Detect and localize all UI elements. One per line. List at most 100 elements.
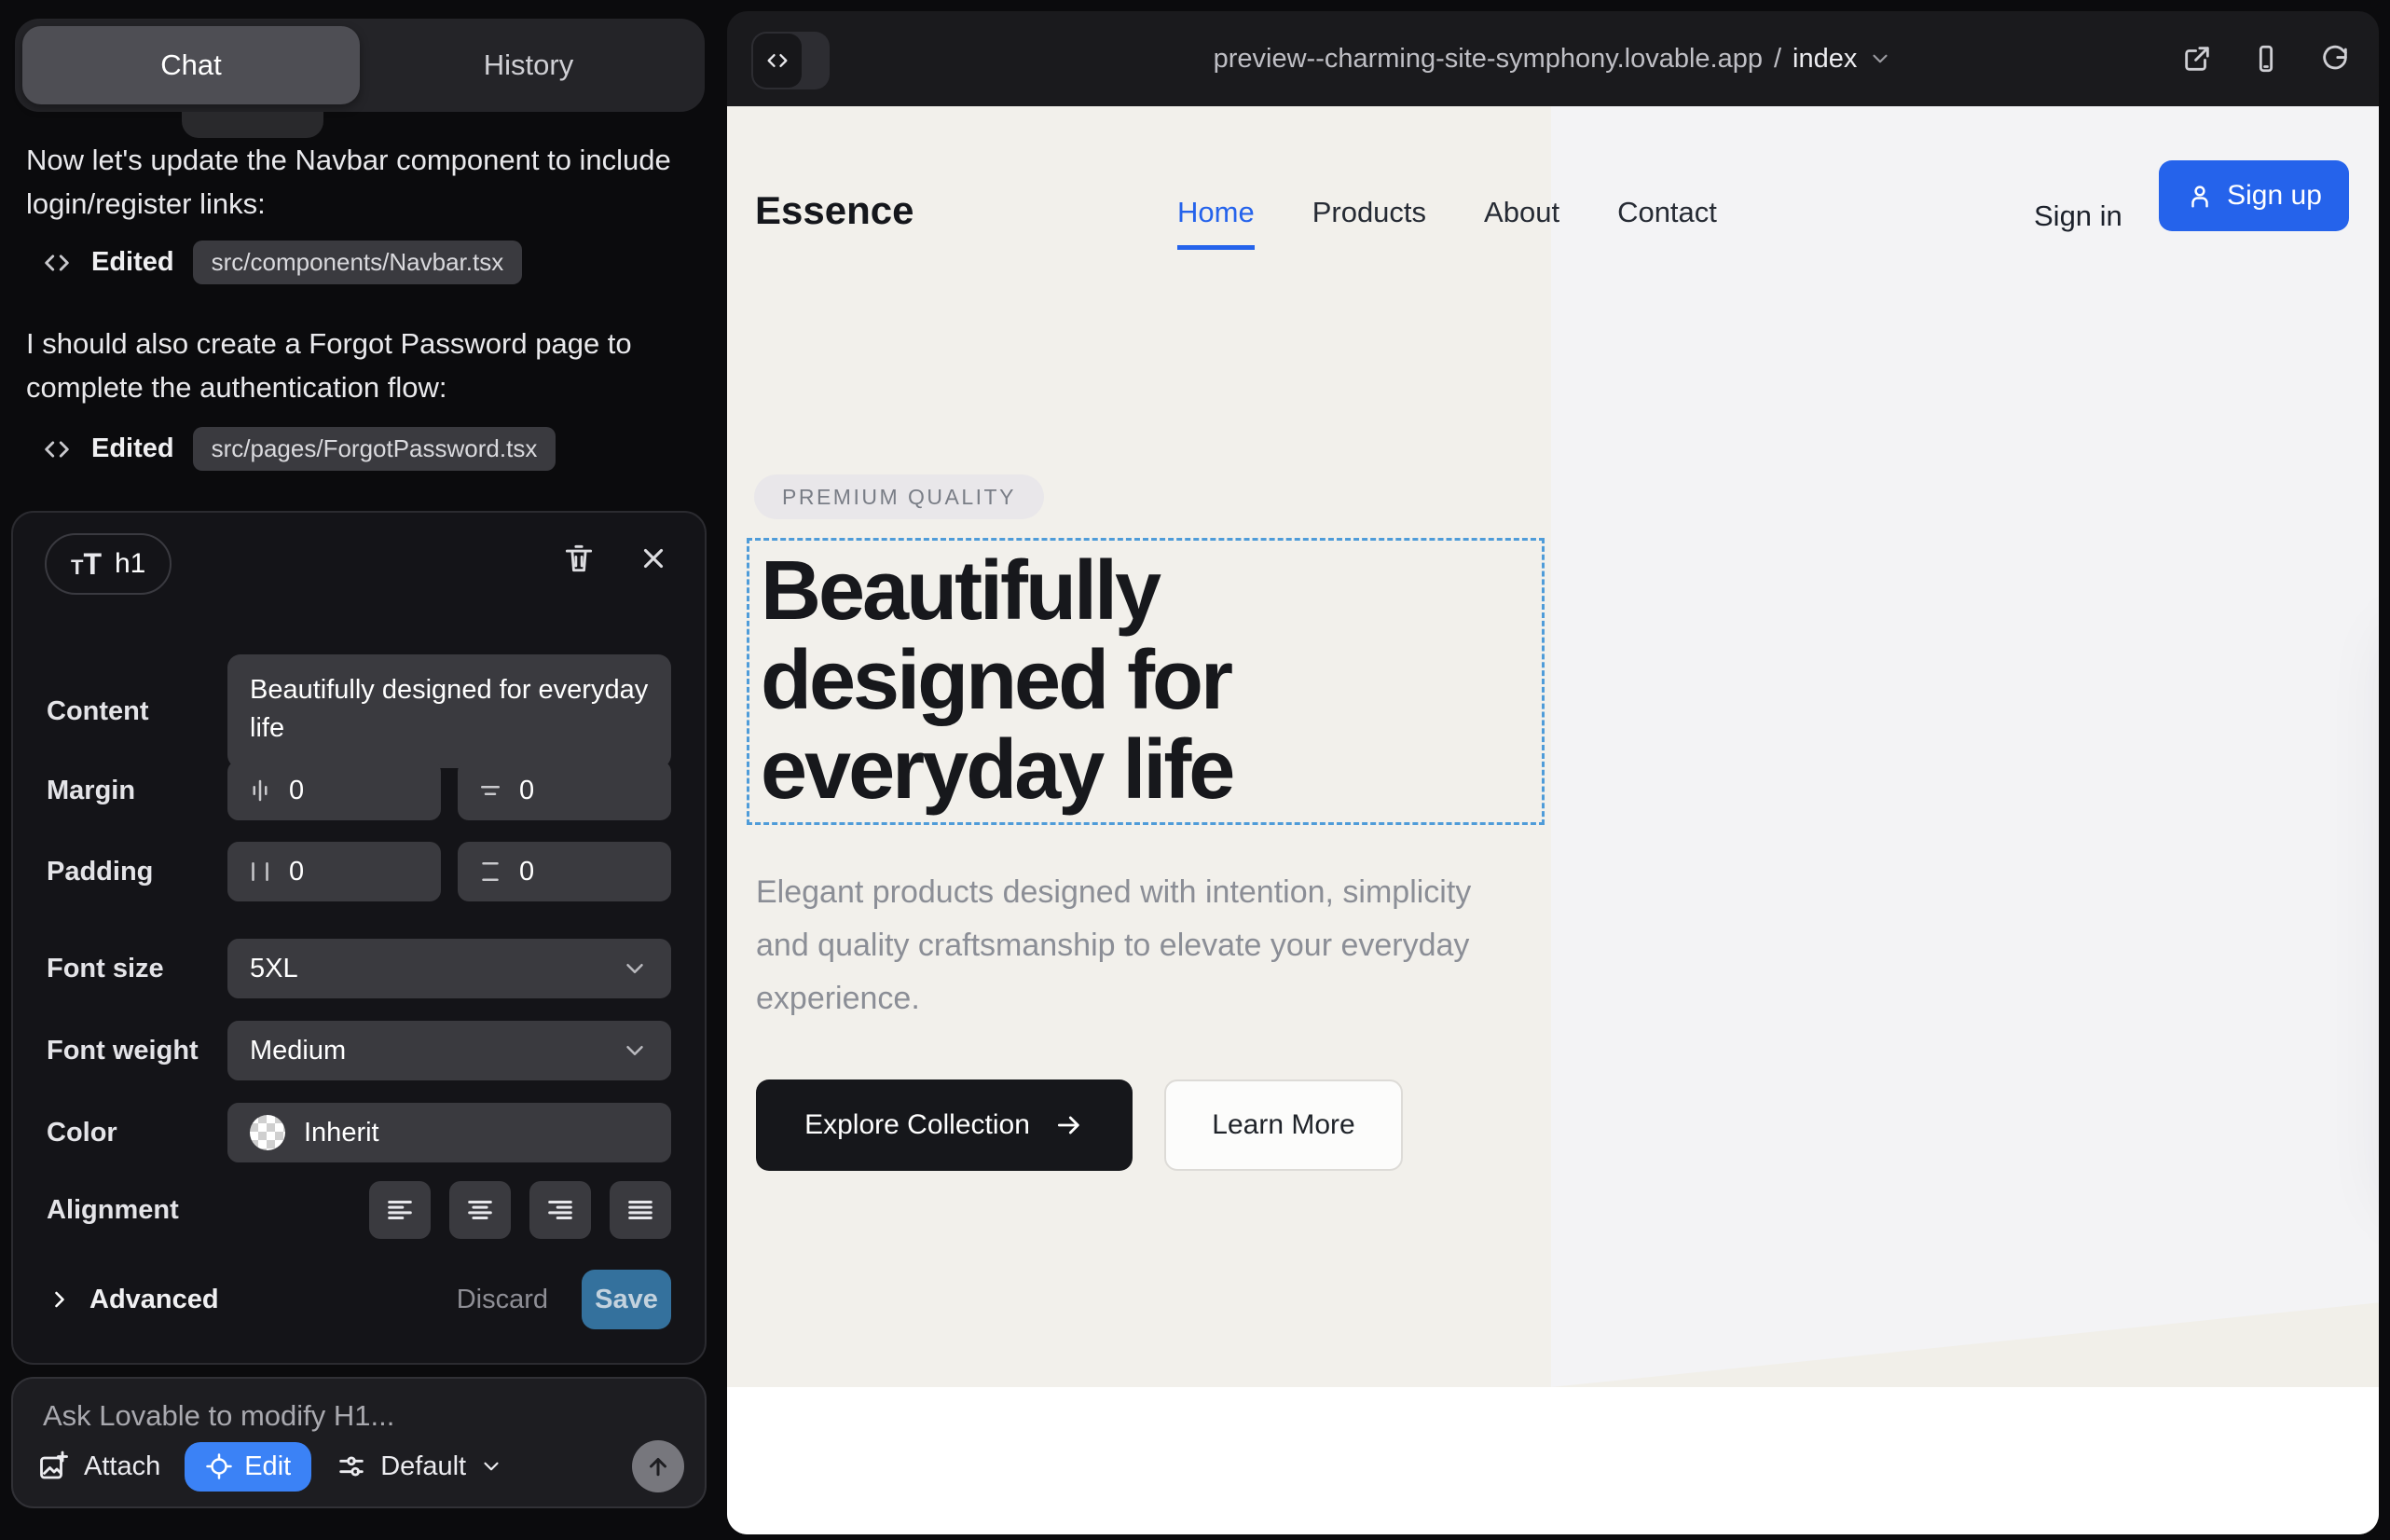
send-button[interactable] bbox=[632, 1440, 684, 1492]
file-badge[interactable]: src/pages/ForgotPassword.tsx bbox=[193, 427, 556, 471]
save-button[interactable]: Save bbox=[582, 1270, 671, 1329]
nav-link-about[interactable]: About bbox=[1484, 196, 1559, 250]
premium-quality-badge: PREMIUM QUALITY bbox=[754, 474, 1044, 519]
font-weight-value: Medium bbox=[250, 1036, 621, 1066]
chat-scroll-fragment bbox=[182, 112, 323, 138]
edited-file-row: Edited src/pages/ForgotPassword.tsx bbox=[41, 427, 556, 471]
discard-button[interactable]: Discard bbox=[457, 1285, 548, 1315]
color-select[interactable]: Inherit bbox=[227, 1103, 671, 1162]
element-editor-panel: TT h1 Content Beautifully designed for e… bbox=[11, 511, 707, 1365]
user-icon bbox=[2186, 182, 2214, 210]
element-tag-label: h1 bbox=[115, 548, 145, 580]
file-badge[interactable]: src/components/Navbar.tsx bbox=[193, 241, 523, 284]
advanced-toggle[interactable]: Advanced bbox=[47, 1285, 219, 1315]
padding-x-value[interactable] bbox=[289, 857, 373, 887]
nav-link-home[interactable]: Home bbox=[1177, 196, 1255, 250]
sign-up-button[interactable]: Sign up bbox=[2159, 160, 2349, 231]
refresh-button[interactable] bbox=[2319, 43, 2351, 75]
edited-label: Edited bbox=[91, 433, 174, 464]
font-size-select[interactable]: 5XL bbox=[227, 939, 671, 998]
padding-y-value[interactable] bbox=[519, 857, 603, 887]
site-canvas: Essence Home Products About Contact Sign… bbox=[727, 106, 2379, 1534]
chat-message: Now let's update the Navbar component to… bbox=[26, 138, 684, 226]
next-section-background bbox=[727, 1387, 2379, 1534]
attach-label: Attach bbox=[84, 1451, 160, 1482]
site-logo[interactable]: Essence bbox=[755, 188, 913, 233]
font-size-label: Font size bbox=[47, 954, 227, 984]
cta-primary-label: Explore Collection bbox=[804, 1109, 1030, 1141]
h1-selection-outline[interactable]: Beautifully designed for everyday life bbox=[747, 538, 1545, 825]
edit-label: Edit bbox=[244, 1451, 291, 1482]
nav-link-products[interactable]: Products bbox=[1312, 196, 1426, 250]
mobile-view-button[interactable] bbox=[2250, 43, 2282, 75]
text-element-icon: TT bbox=[71, 547, 102, 582]
margin-x-input[interactable] bbox=[227, 761, 441, 820]
code-icon bbox=[41, 247, 73, 279]
close-editor-button[interactable] bbox=[638, 543, 669, 574]
chat-message: I should also create a Forgot Password p… bbox=[26, 322, 684, 409]
margin-label: Margin bbox=[47, 776, 227, 806]
url-domain: preview--charming-site-symphony.lovable.… bbox=[1214, 44, 1763, 75]
preview-window: preview--charming-site-symphony.lovable.… bbox=[727, 11, 2379, 1534]
hero-heading[interactable]: Beautifully designed for everyday life bbox=[761, 546, 1525, 815]
advanced-label: Advanced bbox=[89, 1285, 219, 1315]
chevron-right-icon bbox=[47, 1286, 73, 1313]
hero-paragraph: Elegant products designed with intention… bbox=[756, 866, 1502, 1025]
color-value: Inherit bbox=[304, 1118, 649, 1148]
sign-up-label: Sign up bbox=[2227, 180, 2322, 212]
open-external-button[interactable] bbox=[2181, 43, 2213, 75]
site-nav: Home Products About Contact bbox=[1177, 196, 1717, 250]
nav-link-contact[interactable]: Contact bbox=[1617, 196, 1717, 250]
content-label: Content bbox=[47, 696, 227, 727]
font-weight-select[interactable]: Medium bbox=[227, 1021, 671, 1080]
color-label: Color bbox=[47, 1118, 227, 1148]
margin-vertical-icon bbox=[476, 777, 504, 804]
sliders-icon bbox=[336, 1451, 367, 1482]
edit-mode-button[interactable]: Edit bbox=[185, 1442, 311, 1492]
padding-horizontal-icon bbox=[246, 858, 274, 886]
align-left-button[interactable] bbox=[369, 1181, 431, 1239]
align-justify-button[interactable] bbox=[610, 1181, 671, 1239]
target-icon bbox=[205, 1452, 233, 1480]
margin-horizontal-icon bbox=[246, 777, 274, 804]
padding-y-input[interactable] bbox=[458, 842, 671, 901]
padding-label: Padding bbox=[47, 857, 227, 887]
sign-in-link[interactable]: Sign in bbox=[2034, 199, 2122, 233]
url-separator: / bbox=[1774, 44, 1781, 75]
code-icon bbox=[41, 433, 73, 465]
browser-chrome: preview--charming-site-symphony.lovable.… bbox=[727, 11, 2379, 106]
margin-x-value[interactable] bbox=[289, 776, 373, 806]
tab-chat[interactable]: Chat bbox=[22, 26, 360, 104]
mode-selector[interactable]: Default bbox=[336, 1451, 503, 1482]
chevron-down-icon bbox=[1868, 47, 1892, 71]
learn-more-button[interactable]: Learn More bbox=[1164, 1079, 1403, 1171]
margin-y-value[interactable] bbox=[519, 776, 603, 806]
edited-file-row: Edited src/components/Navbar.tsx bbox=[41, 241, 522, 284]
align-right-button[interactable] bbox=[529, 1181, 591, 1239]
alignment-label: Alignment bbox=[47, 1195, 227, 1226]
content-input[interactable]: Beautifully designed for everyday life bbox=[227, 654, 671, 768]
font-weight-label: Font weight bbox=[47, 1036, 227, 1066]
hero-right-background bbox=[1551, 106, 2379, 1387]
attach-button[interactable]: Attach bbox=[37, 1450, 160, 1483]
chevron-down-icon bbox=[621, 955, 649, 983]
padding-vertical-icon bbox=[476, 858, 504, 886]
prompt-composer: Attach Edit Default bbox=[11, 1377, 707, 1508]
app-root: Chat History Now let's update the Navbar… bbox=[0, 0, 2390, 1540]
font-size-value: 5XL bbox=[250, 954, 621, 984]
arrow-right-icon bbox=[1054, 1110, 1084, 1140]
url-page: index bbox=[1792, 44, 1857, 75]
element-tag-pill[interactable]: TT h1 bbox=[45, 533, 172, 595]
explore-collection-button[interactable]: Explore Collection bbox=[756, 1079, 1133, 1171]
chevron-down-icon bbox=[621, 1037, 649, 1065]
prompt-input[interactable] bbox=[43, 1399, 649, 1433]
margin-y-input[interactable] bbox=[458, 761, 671, 820]
chat-history-tabs: Chat History bbox=[15, 19, 705, 112]
delete-element-button[interactable] bbox=[561, 541, 597, 576]
diagonal-section-divider bbox=[1551, 106, 2379, 1387]
align-center-button[interactable] bbox=[449, 1181, 511, 1239]
transparency-swatch-icon bbox=[250, 1115, 285, 1150]
padding-x-input[interactable] bbox=[227, 842, 441, 901]
url-bar[interactable]: preview--charming-site-symphony.lovable.… bbox=[727, 11, 2379, 106]
tab-history[interactable]: History bbox=[360, 26, 697, 104]
